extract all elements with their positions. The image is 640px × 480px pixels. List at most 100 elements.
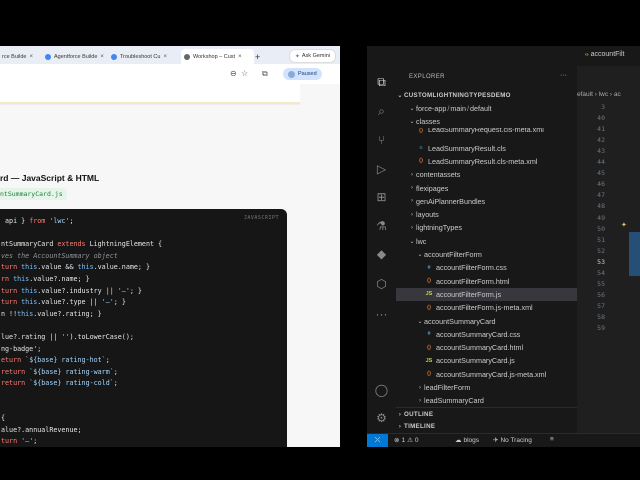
chevron-right-icon: › — [398, 423, 402, 430]
tree-folder[interactable]: › flexipages — [396, 182, 577, 195]
tree-file[interactable]: ⟨⟩ accountSummaryCard.html — [396, 341, 577, 354]
timeline-label: TIMELINE — [404, 423, 436, 430]
tree-folder[interactable]: ⌄ lwc — [396, 235, 577, 248]
chevron-right-icon: › — [411, 224, 413, 231]
xml-file-icon: ⟨⟩ — [426, 371, 432, 378]
tree-folder[interactable]: › layouts — [396, 208, 577, 221]
new-tab-button[interactable]: + — [255, 49, 265, 64]
tree-folder[interactable]: › leadSummaryCard — [396, 394, 577, 407]
remote-icon[interactable]: ⤫ — [367, 434, 388, 447]
zoom-icon[interactable]: ⊖ — [230, 69, 237, 78]
line-number: 57 — [597, 301, 605, 310]
code-language-label: JAVASCRIPT — [243, 215, 279, 221]
gear-icon[interactable]: ⚙ — [374, 410, 389, 425]
python-icon[interactable]: ◆ — [374, 246, 389, 261]
breadcrumb[interactable]: efault › lwc › ac — [577, 91, 621, 98]
warning-icon: ⚠ — [407, 437, 413, 444]
close-icon[interactable]: × — [100, 54, 104, 60]
xml-file-icon: ⟨⟩ — [418, 128, 424, 135]
tree-file[interactable]: ⟨⟩ LeadSummaryResult.cls-meta.xml — [396, 155, 577, 168]
workspace-root[interactable]: ⌄ CUSTOMLIGHTNINGTYPESDEMO — [396, 89, 577, 102]
tree-folder[interactable]: › lightningTypes — [396, 221, 577, 234]
editor-tab[interactable]: ‹› accountFilt — [585, 51, 624, 58]
tab-title: Agentforce Builde — [54, 53, 98, 60]
org-indicator[interactable]: ☁ blogs — [455, 436, 479, 445]
problems-indicator[interactable]: ⊗ 1 ⚠ 0 — [394, 436, 419, 445]
line-number: 56 — [597, 290, 605, 299]
browser-tab[interactable]: rce Builde × — [0, 49, 45, 64]
run-debug-icon[interactable]: ▷ — [374, 161, 389, 176]
path-separator: / — [447, 104, 450, 113]
explorer-files-icon[interactable]: ⧉ — [374, 75, 389, 90]
line-number: 49 — [597, 213, 605, 222]
tree-file[interactable]: # accountSummaryCard.css — [396, 328, 577, 341]
tree-file[interactable]: JS accountSummaryCard.js — [396, 354, 577, 367]
xml-file-icon: ⟨⟩ — [418, 158, 424, 165]
chevron-down-icon: ⌄ — [409, 119, 415, 125]
code-line: turn this.value?.industry || '—'; } — [1, 286, 142, 295]
tree-folder[interactable]: ⌄ classes — [396, 115, 577, 128]
tree-file[interactable]: ⟨⟩ accountSummaryCard.js-meta.xml — [396, 368, 577, 381]
code-line: rn this.value?.name; } — [1, 275, 90, 283]
tree-file[interactable]: ≡ LeadSummaryResult.cls — [396, 142, 577, 155]
tree-file[interactable]: ⟨⟩ accountFilterForm.html — [396, 275, 577, 288]
paused-label: Paused — [298, 71, 317, 77]
error-icon: ⊗ — [394, 437, 400, 444]
tracing-indicator[interactable]: ✈ No Tracing — [493, 436, 532, 445]
path-separator: / — [466, 104, 469, 113]
tree-folder[interactable]: ⌄ accountSummaryCard — [396, 315, 577, 328]
chevron-down-icon: ⌄ — [417, 318, 423, 325]
source-control-icon[interactable]: ⑂ — [374, 132, 389, 147]
tree-file[interactable]: JS accountFilterForm.js — [396, 287, 577, 301]
tab-title: Troubleshoot Cu — [120, 53, 161, 60]
tree-folder[interactable]: › leadFilterForm — [396, 381, 577, 394]
browser-tab[interactable]: Agentforce Builde × — [45, 49, 107, 64]
chevron-right-icon: › — [419, 397, 421, 404]
more-views-icon[interactable]: ··· — [374, 306, 389, 321]
search-icon[interactable]: ⌕ — [374, 104, 389, 119]
extensions-icon[interactable]: ⧉ — [262, 69, 268, 79]
close-icon[interactable]: × — [163, 54, 167, 60]
tree-item-label: lightningTypes — [416, 223, 462, 233]
profile-paused-button[interactable]: Paused — [283, 68, 322, 80]
line-number: 46 — [597, 180, 605, 189]
tree-file[interactable]: ⟨⟩ LeadSummaryRequest.cls-meta.xml — [396, 128, 577, 134]
menu-icon[interactable]: ≡ — [550, 436, 554, 443]
tree-file[interactable]: # accountFilterForm.css — [396, 261, 577, 274]
section-title: rd — JavaScript & HTML — [0, 173, 100, 183]
tree-folder[interactable]: ⌄ accountFilterForm — [396, 248, 577, 261]
chevron-down-icon: ⌄ — [409, 106, 415, 112]
browser-tab-active[interactable]: Workshop – Cust × — [181, 49, 254, 64]
extensions-icon[interactable]: ⊞ — [374, 189, 389, 204]
folder-path-force-app[interactable]: ⌄ force-app / main / default — [396, 102, 577, 115]
close-icon[interactable]: × — [238, 54, 242, 60]
line-number: 41 — [597, 125, 605, 134]
divider — [0, 102, 300, 104]
tree-file[interactable]: ⟨⟩ accountFilterForm.js-meta.xml — [396, 301, 577, 314]
browser-tab-strip: rce Builde × Agentforce Builde × Trouble… — [0, 46, 340, 64]
outline-section[interactable]: › OUTLINE — [396, 407, 577, 421]
line-number: 3 — [601, 103, 605, 111]
line-number: 42 — [597, 136, 605, 145]
chevron-right-icon: › — [411, 198, 413, 205]
tree-item-label: accountSummaryCard — [424, 316, 496, 326]
lightbulb-icon[interactable]: ✦ — [621, 221, 627, 229]
line-number: 51 — [597, 235, 605, 244]
tree-folder[interactable]: › contentassets — [396, 168, 577, 181]
tree-item-label: leadSummaryCard — [424, 396, 484, 406]
more-actions-icon[interactable]: ··· — [560, 72, 567, 79]
tree-item-label: leadFilterForm — [424, 383, 471, 392]
browser-tab[interactable]: Troubleshoot Cu × — [111, 49, 177, 64]
salesforce-org-icon[interactable]: ⬡ — [374, 276, 389, 291]
code-line: ves the AccountSummary object — [1, 251, 118, 260]
tree-folder[interactable]: › genAiPlannerBundles — [396, 195, 577, 208]
close-icon[interactable]: × — [29, 54, 33, 60]
ask-gemini-button[interactable]: ✦ Ask Gemini — [288, 49, 336, 63]
timeline-section[interactable]: › TIMELINE — [396, 420, 577, 433]
ask-gemini-label: Ask Gemini — [301, 53, 330, 59]
path-segment: default — [469, 104, 492, 113]
xml-file-icon: ⟨⟩ — [426, 304, 432, 311]
account-icon[interactable]: ◯ — [374, 382, 389, 397]
testing-flask-icon[interactable]: ⚗ — [374, 218, 389, 233]
bookmark-star-icon[interactable]: ☆ — [241, 69, 248, 78]
